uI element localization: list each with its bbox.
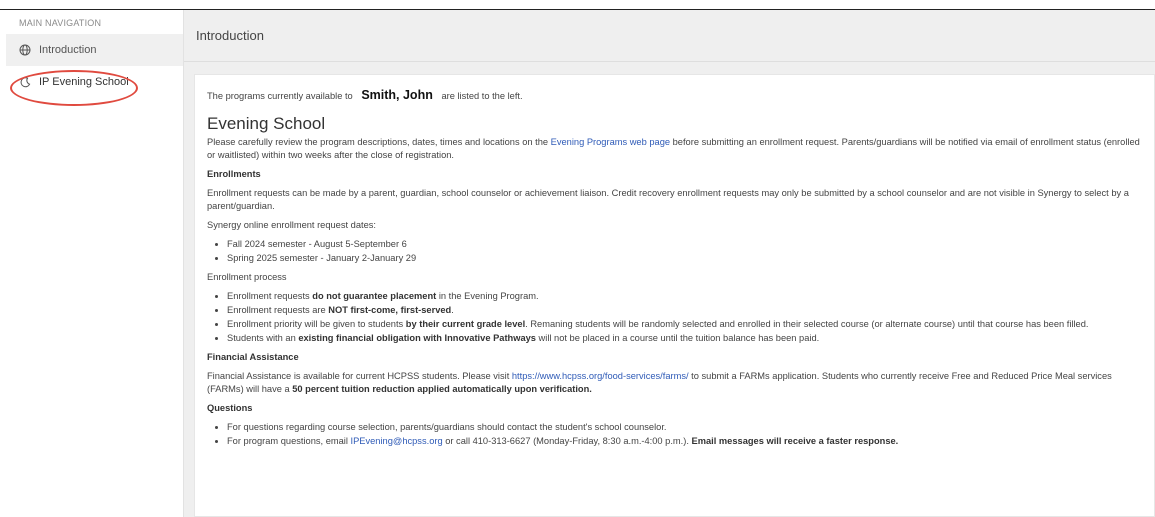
financial-paragraph: Financial Assistance is available for cu…: [207, 371, 1112, 394]
student-name: Smith, John: [361, 88, 433, 102]
intro-prefix: The programs currently available to: [207, 91, 353, 101]
main-content: Introduction The programs currently avai…: [184, 10, 1155, 517]
content-card: The programs currently available to Smit…: [194, 74, 1155, 517]
sidebar-item-label: Introduction: [39, 44, 97, 56]
review-paragraph: Please carefully review the program desc…: [207, 137, 1140, 160]
window-top-border: [0, 0, 1155, 10]
dates-list: Fall 2024 semester - August 5-September …: [207, 238, 1142, 265]
list-item: Enrollment priority will be given to stu…: [227, 318, 1142, 331]
list-item: Enrollment requests are NOT first-come, …: [227, 304, 1142, 317]
financial-heading: Financial Assistance: [207, 352, 299, 362]
process-label: Enrollment process: [207, 272, 287, 282]
list-item: For program questions, email IPEvening@h…: [227, 435, 1142, 448]
email-link[interactable]: IPEvening@hcpss.org: [351, 436, 443, 446]
globe-icon: [19, 44, 31, 56]
intro-line: The programs currently available to Smit…: [207, 89, 1142, 103]
enrollments-paragraph: Enrollment requests can be made by a par…: [207, 188, 1129, 211]
moon-icon: [19, 76, 31, 88]
page-title: Introduction: [184, 10, 1155, 62]
questions-heading: Questions: [207, 403, 253, 413]
section-title: Evening School: [207, 114, 326, 133]
process-list: Enrollment requests do not guarantee pla…: [207, 290, 1142, 345]
enrollments-heading: Enrollments: [207, 169, 261, 179]
sidebar-item-introduction[interactable]: Introduction: [6, 34, 183, 66]
sidebar-item-label: IP Evening School: [39, 76, 129, 88]
list-item: Students with an existing financial obli…: [227, 332, 1142, 345]
dates-label: Synergy online enrollment request dates:: [207, 220, 376, 230]
farms-link[interactable]: https://www.hcpss.org/food-services/farm…: [512, 371, 689, 381]
sidebar-header: MAIN NAVIGATION: [19, 18, 102, 28]
evening-programs-link[interactable]: Evening Programs web page: [551, 137, 670, 147]
questions-list: For questions regarding course selection…: [207, 421, 1142, 448]
list-item: Enrollment requests do not guarantee pla…: [227, 290, 1142, 303]
intro-suffix: are listed to the left.: [441, 91, 523, 101]
sidebar: MAIN NAVIGATION Introduction IP Evening …: [6, 10, 184, 517]
list-item: Spring 2025 semester - January 2-January…: [227, 252, 1142, 265]
list-item: For questions regarding course selection…: [227, 421, 1142, 434]
sidebar-item-ip-evening-school[interactable]: IP Evening School: [6, 66, 183, 98]
list-item: Fall 2024 semester - August 5-September …: [227, 238, 1142, 251]
